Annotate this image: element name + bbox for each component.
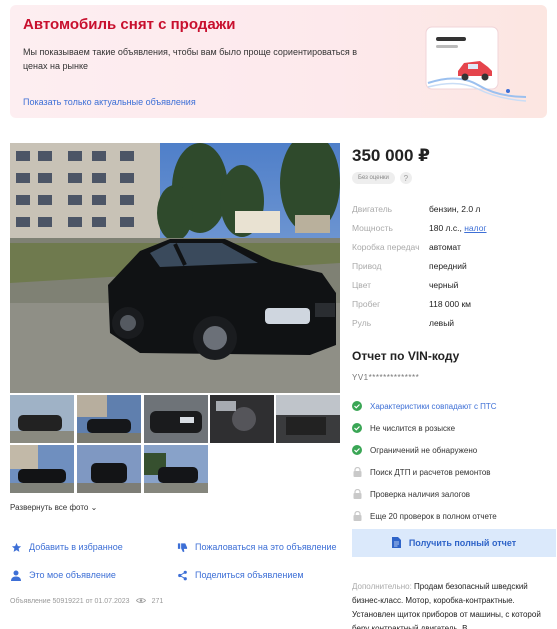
expand-photos-label: Развернуть все фото: [10, 503, 89, 512]
star-icon: [10, 541, 22, 553]
spec-key: Привод: [352, 260, 382, 271]
vin-check-item: Ограничений не обнаружено: [352, 439, 552, 461]
description: Дополнительно: Продам безопасный шведски…: [352, 580, 552, 629]
show-actual-listings-link[interactable]: Показать только актуальные объявления: [23, 97, 196, 107]
share-label: Поделиться объявлением: [195, 570, 304, 580]
lock-icon: [352, 511, 362, 521]
vin-check-label: Еще 20 проверок в полном отчете: [370, 511, 497, 521]
vin-check-item: Не числится в розыске: [352, 417, 552, 439]
car-photo-image: [10, 143, 340, 393]
car-chart-illustration: [425, 26, 527, 102]
spec-value: передний: [429, 260, 467, 271]
check-circle-icon: [352, 423, 362, 433]
spec-value: автомат: [429, 241, 461, 252]
spec-value: бензин, 2.0 л: [429, 203, 481, 214]
thumbnail-4[interactable]: [210, 395, 274, 443]
chevron-down-icon: ⌄: [90, 503, 98, 512]
vin-check-label: Проверка наличия залогов: [370, 489, 471, 499]
lock-icon: [352, 467, 362, 477]
thumbnail-5[interactable]: [276, 395, 340, 443]
vin-check-item: Поиск ДТП и расчетов ремонтов: [352, 461, 552, 483]
thumbnail-6[interactable]: [10, 445, 74, 493]
thumbs-down-icon: [176, 541, 188, 553]
vin-check-label: Не числится в розыске: [370, 423, 456, 433]
power-value: 180 л.с.,: [429, 222, 462, 233]
add-to-favorites-link[interactable]: Добавить в избранное: [10, 541, 123, 553]
document-icon: [391, 536, 401, 550]
thumbnail-3[interactable]: [144, 395, 208, 443]
spec-value: 118 000 км: [429, 298, 472, 309]
eye-icon: [135, 597, 146, 606]
spec-row-drive: Привод передний: [352, 256, 552, 275]
no-evaluation-pill: Без оценки: [352, 172, 395, 184]
vin-check-item: Еще 20 проверок в полном отчете: [352, 505, 552, 527]
spec-key: Двигатель: [352, 203, 393, 214]
thumbnail-1[interactable]: [10, 395, 74, 443]
get-full-report-button[interactable]: Получить полный отчет: [352, 529, 556, 557]
listing-number-date: Объявление 50919221 от 01.07.2023: [10, 598, 130, 605]
price: 350 000 ₽: [352, 146, 431, 165]
sold-banner: Автомобиль снят с продажи Мы показываем …: [10, 5, 547, 118]
expand-photos-link[interactable]: Развернуть все фото ⌄: [10, 503, 97, 512]
check-circle-icon: [352, 445, 362, 455]
spec-row-steering: Руль левый: [352, 313, 552, 332]
banner-text: Мы показываем такие объявления, чтобы ва…: [23, 47, 358, 71]
vin-check-item: Проверка наличия залогов: [352, 483, 552, 505]
vin-checks-list: Характеристики совпадают с ПТС Не числит…: [352, 395, 552, 527]
spec-row-gearbox: Коробка передач автомат: [352, 237, 552, 256]
vin-check-label: Ограничений не обнаружено: [370, 445, 478, 455]
tax-link[interactable]: налог: [464, 223, 486, 233]
share-icon: [176, 569, 188, 581]
info-icon[interactable]: ?: [399, 172, 412, 184]
spec-value: черный: [429, 279, 459, 290]
vin-check-label: Поиск ДТП и расчетов ремонтов: [370, 467, 491, 477]
specs-table: Двигатель бензин, 2.0 л Мощность 180 л.с…: [352, 199, 552, 332]
lock-icon: [352, 489, 362, 499]
share-link[interactable]: Поделиться объявлением: [176, 569, 304, 581]
thumbnail-2[interactable]: [77, 395, 141, 443]
spec-row-engine: Двигатель бензин, 2.0 л: [352, 199, 552, 218]
get-full-report-label: Получить полный отчет: [408, 538, 517, 548]
description-label: Дополнительно:: [352, 582, 412, 591]
user-icon: [10, 569, 22, 581]
thumbnail-8[interactable]: [144, 445, 208, 493]
thumbnail-7[interactable]: [77, 445, 141, 493]
spec-key: Коробка передач: [352, 241, 420, 252]
vin-check-item[interactable]: Характеристики совпадают с ПТС: [352, 395, 552, 417]
spec-key: Мощность: [352, 222, 393, 233]
price-evaluation-badge: Без оценки ?: [352, 172, 412, 184]
spec-row-power: Мощность 180 л.с., налог: [352, 218, 552, 237]
spec-row-color: Цвет черный: [352, 275, 552, 294]
spec-row-mileage: Пробег 118 000 км: [352, 294, 552, 313]
complain-label: Пожаловаться на это объявление: [195, 542, 337, 552]
my-listing-label: Это мое объявление: [29, 570, 116, 580]
spec-value: 180 л.с., налог: [429, 223, 487, 233]
complain-link[interactable]: Пожаловаться на это объявление: [176, 541, 337, 553]
views-count: 271: [151, 598, 164, 605]
add-to-favorites-label: Добавить в избранное: [29, 542, 123, 552]
spec-key: Цвет: [352, 279, 372, 290]
banner-title: Автомобиль снят с продажи: [23, 16, 236, 33]
main-car-photo[interactable]: [10, 143, 340, 393]
spec-value: левый: [429, 317, 455, 328]
vin-check-label: Характеристики совпадают с ПТС: [370, 401, 497, 411]
spec-key: Руль: [352, 317, 372, 328]
spec-key: Пробег: [352, 298, 381, 309]
vin-report-title: Отчет по VIN-коду: [352, 349, 460, 363]
my-listing-link[interactable]: Это мое объявление: [10, 569, 116, 581]
check-circle-icon: [352, 401, 362, 411]
listing-meta: Объявление 50919221 от 01.07.2023 271: [10, 597, 163, 606]
vin-code: YV1**************: [352, 373, 420, 382]
